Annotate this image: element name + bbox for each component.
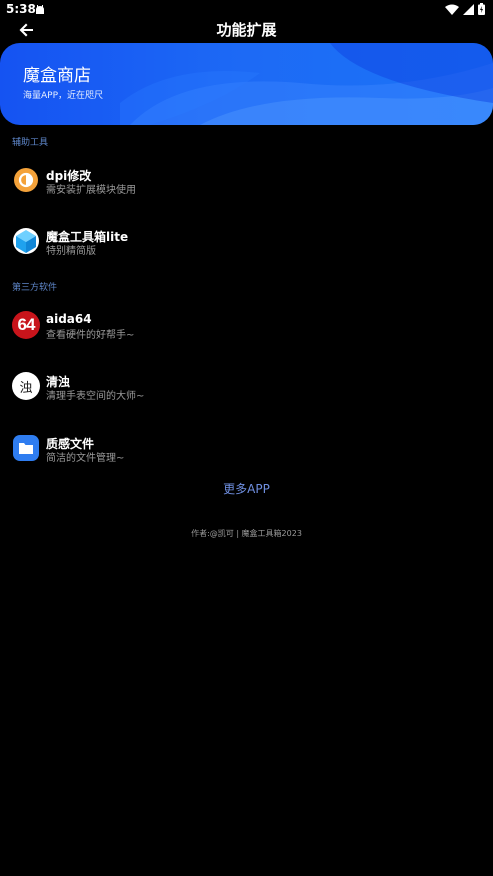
battery-icon — [478, 3, 485, 15]
status-time: 5:38 — [6, 2, 36, 16]
banner-title: 魔盒商店 — [23, 66, 91, 86]
signal-icon — [463, 3, 474, 15]
section-header-third-party: 第三方软件 — [12, 283, 58, 293]
item-subtitle: 特别精简版 — [46, 246, 96, 257]
section-header-tools: 辅助工具 — [12, 138, 49, 148]
page-title: 功能扩展 — [216, 21, 277, 39]
android-notification-icon — [36, 5, 44, 14]
dpi-icon — [14, 168, 38, 192]
item-subtitle: 需安装扩展模块使用 — [46, 185, 136, 196]
banner-subtitle: 海量APP，近在咫尺 — [23, 91, 104, 101]
more-apps-link[interactable]: 更多APP — [0, 480, 493, 497]
footer-credit: 作者:@凯可 | 魔盒工具箱2023 — [191, 529, 302, 538]
folder-icon — [13, 435, 39, 461]
list-item-file-manager[interactable]: 质感文件 简洁的文件管理~ — [0, 434, 493, 474]
qingzhuo-icon-text: 浊 — [19, 380, 33, 396]
app-bar: 功能扩展 — [0, 20, 493, 40]
list-item-aida64[interactable]: 64 aida64 查看硬件的好帮手~ — [0, 311, 493, 351]
list-item-dpi[interactable]: dpi修改 需安装扩展模块使用 — [0, 166, 493, 206]
qingzhuo-icon: 浊 — [12, 372, 40, 400]
item-subtitle: 查看硬件的好帮手~ — [46, 330, 135, 341]
item-title: aida64 — [46, 312, 92, 326]
item-subtitle: 清理手表空间的大师~ — [46, 391, 145, 402]
item-subtitle: 简洁的文件管理~ — [46, 453, 125, 464]
aida64-icon-text: 64 — [17, 315, 36, 334]
list-item-toolbox-lite[interactable]: 魔盒工具箱lite 特别精简版 — [0, 227, 493, 267]
aida64-icon: 64 — [12, 311, 40, 339]
cube-icon — [13, 228, 39, 254]
store-banner[interactable]: 魔盒商店 海量APP，近在咫尺 — [0, 43, 493, 125]
status-bar: 5:38 — [0, 0, 493, 20]
list-item-qingzhuo[interactable]: 浊 清浊 清理手表空间的大师~ — [0, 372, 493, 412]
wifi-icon — [445, 4, 459, 15]
